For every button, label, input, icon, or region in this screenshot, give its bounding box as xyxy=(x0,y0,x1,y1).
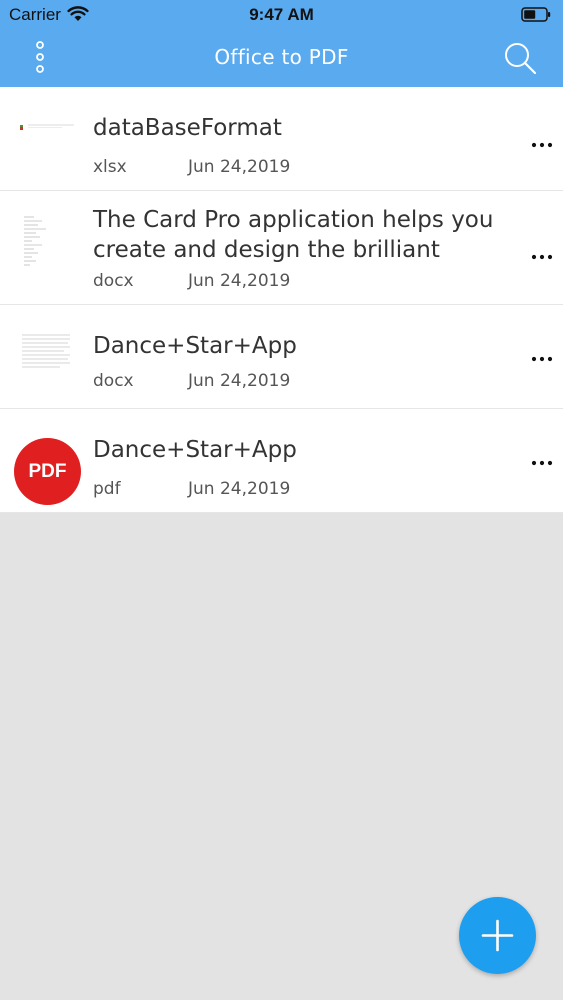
plus-icon xyxy=(481,919,514,952)
file-date: Jun 24,2019 xyxy=(188,371,291,391)
search-icon[interactable] xyxy=(500,39,540,79)
file-row[interactable]: Dance+Star+App docx Jun 24,2019 xyxy=(0,305,563,409)
page-title: Office to PDF xyxy=(214,45,349,69)
file-type: xlsx xyxy=(93,157,127,177)
more-horizontal-icon[interactable] xyxy=(530,459,554,467)
file-date: Jun 24,2019 xyxy=(188,157,291,177)
add-file-button[interactable] xyxy=(459,897,536,974)
file-type: pdf xyxy=(93,479,121,499)
file-row[interactable]: The Card Pro application helps you creat… xyxy=(0,191,563,305)
more-horizontal-icon[interactable] xyxy=(530,355,554,363)
file-title: Dance+Star+App xyxy=(93,437,297,463)
app-header: Office to PDF xyxy=(0,30,563,87)
spreadsheet-thumbnail xyxy=(12,111,76,151)
more-horizontal-icon[interactable] xyxy=(530,141,554,149)
document-thumbnail xyxy=(12,327,76,377)
document-thumbnail xyxy=(12,207,76,279)
status-bar: Carrier 9:47 AM xyxy=(0,0,563,30)
file-row[interactable]: dataBaseFormat xlsx Jun 24,2019 xyxy=(0,87,563,191)
more-horizontal-icon[interactable] xyxy=(530,253,554,261)
file-type: docx xyxy=(93,371,134,391)
file-date: Jun 24,2019 xyxy=(188,271,291,291)
battery-icon xyxy=(521,7,551,22)
file-row[interactable]: PDF Dance+Star+App pdf Jun 24,2019 xyxy=(0,409,563,513)
file-title: dataBaseFormat xyxy=(93,115,282,141)
file-title: The Card Pro application helps you creat… xyxy=(93,207,494,263)
file-title: Dance+Star+App xyxy=(93,333,297,359)
status-time: 9:47 AM xyxy=(249,5,314,24)
file-date: Jun 24,2019 xyxy=(188,479,291,499)
file-list: dataBaseFormat xlsx Jun 24,2019 The Card… xyxy=(0,87,563,513)
pdf-file-icon: PDF xyxy=(14,438,81,505)
file-type: docx xyxy=(93,271,134,291)
